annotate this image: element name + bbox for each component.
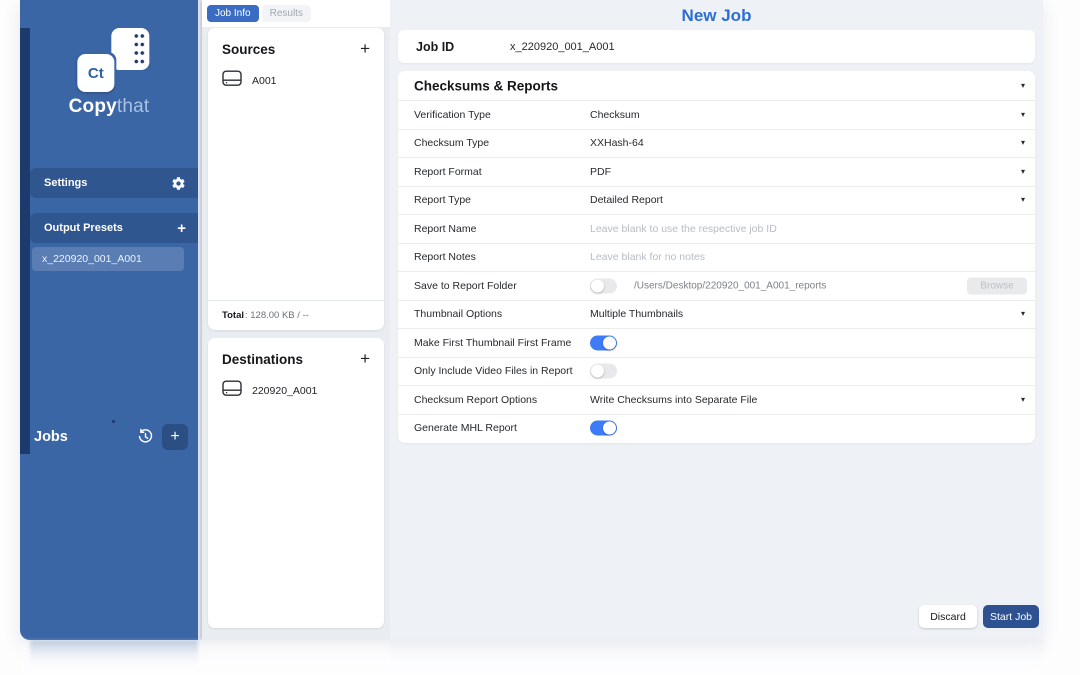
report-name-input[interactable]: Leave blank to use the respective job ID	[590, 223, 777, 235]
chevron-down-icon[interactable]: ▾	[1021, 81, 1025, 90]
job-id-value[interactable]: x_220920_001_A001	[510, 41, 615, 53]
field-label: Checksum Report Options	[414, 393, 538, 406]
section-header[interactable]: Checksums & Reports ▾	[398, 71, 1035, 100]
form-row-checksum-report-options: Checksum Report Options Write Checksums …	[398, 385, 1035, 414]
tab-bar: Job Info Results	[202, 0, 390, 27]
window-reflection	[20, 640, 1043, 675]
add-job-button[interactable]: +	[162, 423, 188, 450]
copythat-logo: Ct	[77, 28, 150, 92]
add-destination-button[interactable]: +	[360, 349, 370, 369]
chevron-down-icon[interactable]: ▾	[1021, 167, 1025, 176]
sidebar-section-output-presets[interactable]: Output Presets +	[30, 213, 198, 243]
main-panel: New Job Job ID x_220920_001_A001 Checksu…	[390, 0, 1043, 640]
field-label: Make First Thumbnail First Frame	[414, 336, 572, 349]
page-title: New Job	[681, 6, 752, 25]
brand-name: Copythat	[68, 96, 150, 117]
app-window: Ct Copythat Settings Output Presets + x_…	[20, 0, 1043, 640]
field-label: Report Type	[414, 194, 472, 207]
form-row-thumbnail-options: Thumbnail Options Multiple Thumbnails ▾	[398, 299, 1035, 329]
form-row-save-report-folder: Save to Report Folder /Users/Desktop/220…	[398, 271, 1035, 300]
form-row-first-thumbnail-first-frame: Make First Thumbnail First Frame	[398, 328, 1035, 357]
tab-job-info[interactable]: Job Info	[207, 5, 259, 22]
browse-button[interactable]: Browse	[967, 277, 1027, 295]
form-row-generate-mhl: Generate MHL Report	[398, 413, 1035, 443]
destination-list-item[interactable]: 220920_A001	[208, 375, 384, 407]
sidebar: Ct Copythat Settings Output Presets + x_…	[20, 0, 198, 640]
job-id-label: Job ID	[416, 39, 455, 54]
destination-name: 220920_A001	[252, 385, 318, 397]
tab-results[interactable]: Results	[261, 5, 311, 22]
history-icon[interactable]	[137, 428, 154, 445]
field-label: Verification Type	[414, 108, 491, 121]
sources-panel: Sources + A001 Total: 128.00 KB / --	[208, 28, 384, 330]
destinations-title: Destinations	[222, 351, 304, 367]
chevron-down-icon[interactable]: ▾	[1021, 196, 1025, 204]
discard-button[interactable]: Discard	[919, 605, 977, 628]
chevron-down-icon[interactable]: ▾	[1021, 139, 1025, 147]
dropdown-value[interactable]: PDF	[590, 166, 611, 178]
gear-icon[interactable]	[171, 176, 186, 191]
dropdown-value[interactable]: Detailed Report	[590, 194, 663, 206]
checksums-reports-card: Checksums & Reports ▾ Verification Type …	[398, 71, 1035, 443]
start-job-button[interactable]: Start Job	[983, 605, 1039, 628]
save-report-folder-toggle[interactable]	[590, 278, 617, 294]
form-row-only-video-files: Only Include Video Files in Report	[398, 356, 1035, 386]
chevron-down-icon[interactable]: ▾	[1021, 310, 1025, 318]
job-id-card: Job ID x_220920_001_A001	[398, 30, 1035, 63]
form-row-verification-type: Verification Type Checksum ▾	[398, 100, 1035, 129]
report-folder-path: /Users/Desktop/220920_001_A001_reports	[634, 280, 827, 292]
sources-title: Sources	[222, 41, 276, 57]
chevron-down-icon[interactable]: ▾	[1021, 395, 1025, 404]
chevron-down-icon[interactable]: ▾	[1021, 110, 1025, 119]
dropdown-value[interactable]: Multiple Thumbnails	[590, 308, 683, 320]
settings-label: Settings	[44, 177, 88, 189]
field-label: Report Format	[414, 165, 482, 178]
only-video-files-toggle[interactable]	[590, 363, 617, 379]
filmstrip-icon	[111, 28, 150, 70]
dropdown-value[interactable]: Checksum	[590, 109, 640, 121]
source-name: A001	[252, 75, 277, 87]
field-label: Report Name	[414, 222, 477, 235]
form-row-report-type: Report Type Detailed Report ▾	[398, 185, 1035, 215]
ct-badge: Ct	[77, 54, 115, 92]
dropdown-value[interactable]: XXHash-64	[590, 137, 644, 149]
job-setup-column: Job Info Results Sources + A001 Total: …	[202, 0, 390, 640]
preset-list-item[interactable]: x_220920_001_A001	[32, 247, 184, 271]
add-source-button[interactable]: +	[360, 39, 370, 59]
field-label: Thumbnail Options	[414, 308, 503, 321]
form-row-report-format: Report Format PDF ▾	[398, 157, 1035, 186]
source-list-item[interactable]: A001	[208, 65, 384, 97]
field-label: Generate MHL Report	[414, 422, 517, 435]
field-label: Report Notes	[414, 251, 476, 264]
form-row-report-notes: Report Notes Leave blank for no notes	[398, 242, 1035, 272]
jobs-label: Jobs	[34, 428, 68, 445]
field-label: Save to Report Folder	[414, 279, 517, 292]
sources-total: Total: 128.00 KB / --	[208, 300, 384, 330]
field-label: Only Include Video Files in Report	[414, 365, 573, 378]
form-row-report-name: Report Name Leave blank to use the respe…	[398, 214, 1035, 243]
sidebar-edge-strip	[20, 28, 30, 454]
destinations-panel: Destinations + 220920_A001	[208, 338, 384, 628]
add-preset-button[interactable]: +	[177, 221, 186, 236]
dropdown-value[interactable]: Write Checksums into Separate File	[590, 394, 757, 406]
report-notes-input[interactable]: Leave blank for no notes	[590, 251, 705, 263]
generate-mhl-toggle[interactable]	[590, 420, 617, 436]
drive-icon	[222, 70, 242, 92]
sidebar-section-jobs[interactable]: Jobs +	[34, 423, 188, 450]
form-row-checksum-type: Checksum Type XXHash-64 ▾	[398, 128, 1035, 158]
drive-icon	[222, 380, 242, 402]
sidebar-item-settings[interactable]: Settings	[30, 168, 198, 198]
field-label: Checksum Type	[414, 137, 490, 150]
section-title: Checksums & Reports	[414, 78, 559, 93]
first-thumbnail-toggle[interactable]	[590, 335, 617, 351]
output-presets-label: Output Presets	[44, 222, 123, 234]
